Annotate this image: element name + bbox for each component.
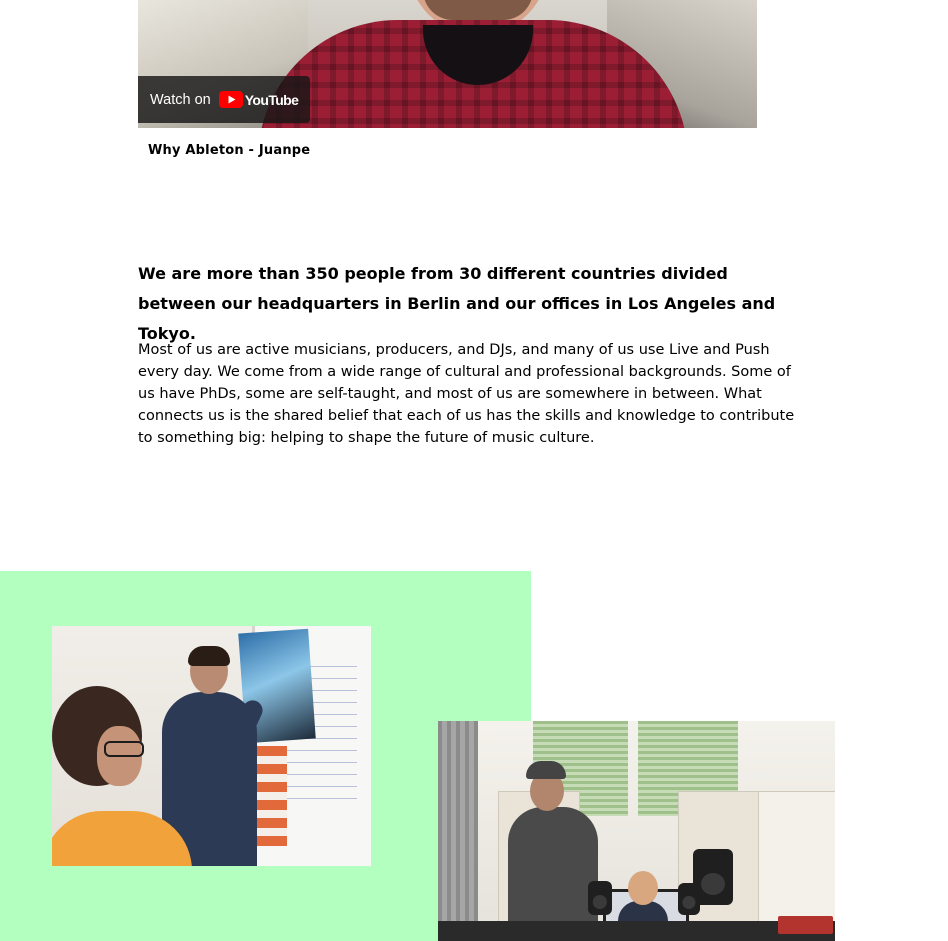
photo-whiteboard-meeting [52, 626, 371, 866]
youtube-wordmark: YouTube [244, 91, 299, 108]
photo-person-shirt [52, 811, 192, 866]
photo-person-cap [526, 761, 566, 779]
photo-person-watching [52, 686, 192, 866]
photo-speaker [678, 883, 700, 915]
photo-curtain [438, 721, 478, 941]
photo-desk [438, 921, 835, 941]
watch-on-youtube-button[interactable]: Watch on YouTube [138, 76, 310, 123]
photo-person-standing [508, 761, 598, 941]
youtube-play-icon [218, 91, 243, 108]
video-caption: Why Ableton - Juanpe [148, 143, 311, 158]
photo-person-glasses [104, 741, 144, 757]
video-player[interactable]: Watch on YouTube [138, 0, 757, 128]
intro-body-text: Most of us are active musicians, produce… [138, 342, 795, 446]
photo-note-strip [257, 746, 287, 846]
photo-studio-session [438, 721, 835, 941]
photo-person-head [628, 871, 658, 905]
photo-person-hair [188, 646, 230, 666]
youtube-logo: YouTube [218, 91, 299, 108]
page: Watch on YouTube Why Ableton - Juanpe We… [0, 0, 948, 941]
photo-speaker [588, 881, 612, 915]
intro-lead-text: We are more than 350 people from 30 diff… [138, 264, 776, 343]
watch-on-label: Watch on [150, 91, 211, 108]
photo-equipment-rack [778, 916, 833, 934]
